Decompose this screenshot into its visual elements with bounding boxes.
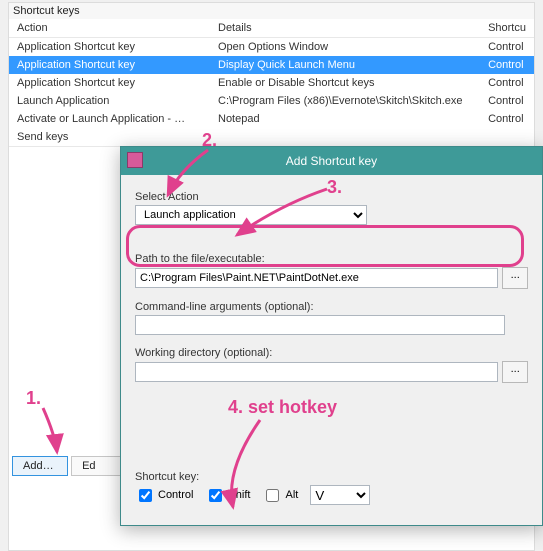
add-shortcut-dialog: Add Shortcut key Select Action Launch ap… xyxy=(120,146,543,526)
cell-details: C:\Program Files (x86)\Evernote\Skitch\S… xyxy=(210,92,480,110)
cell-details: Enable or Disable Shortcut keys xyxy=(210,74,480,92)
cell-details: Open Options Window xyxy=(210,38,480,57)
cell-shortcut: Control xyxy=(480,92,534,110)
shift-checkbox[interactable] xyxy=(209,489,222,502)
col-header-action[interactable]: Action xyxy=(9,19,210,38)
cell-action: Send keys xyxy=(9,128,210,146)
cell-action: Application Shortcut key xyxy=(9,38,210,57)
table-row[interactable]: Application Shortcut keyOpen Options Win… xyxy=(9,38,534,57)
shift-checkbox-label[interactable]: Shift xyxy=(205,486,250,505)
table-row[interactable]: Application Shortcut keyEnable or Disabl… xyxy=(9,74,534,92)
cell-action: Application Shortcut key xyxy=(9,56,210,74)
alt-checkbox[interactable] xyxy=(266,489,279,502)
table-row[interactable]: Send keys xyxy=(9,128,534,146)
table-header-row: Action Details Shortcu xyxy=(9,19,534,38)
col-header-shortcut[interactable]: Shortcu xyxy=(480,19,534,38)
cell-shortcut: Control xyxy=(480,74,534,92)
dialog-title: Add Shortcut key xyxy=(286,154,377,168)
cell-action: Application Shortcut key xyxy=(9,74,210,92)
add-button[interactable]: Add… xyxy=(12,456,68,476)
table-row[interactable]: Activate or Launch Application - …Notepa… xyxy=(9,110,534,128)
cell-details: Display Quick Launch Menu xyxy=(210,56,480,74)
control-checkbox-label[interactable]: Control xyxy=(135,486,193,505)
edit-button[interactable]: Ed xyxy=(71,456,127,476)
cell-shortcut xyxy=(480,128,534,146)
shortcut-table: Action Details Shortcu Application Short… xyxy=(9,19,534,146)
browse-workdir-button[interactable]: ... xyxy=(502,361,528,383)
panel-title: Shortcut keys xyxy=(9,3,534,19)
cell-shortcut: Control xyxy=(480,56,534,74)
select-action-dropdown[interactable]: Launch application xyxy=(135,205,367,225)
key-select[interactable]: V xyxy=(310,485,370,505)
table-row[interactable]: Application Shortcut keyDisplay Quick La… xyxy=(9,56,534,74)
shortcut-key-label: Shortcut key: xyxy=(135,471,528,483)
table-row[interactable]: Launch ApplicationC:\Program Files (x86)… xyxy=(9,92,534,110)
browse-path-button[interactable]: ... xyxy=(502,267,528,289)
cmdline-input[interactable] xyxy=(135,315,505,335)
workdir-input[interactable] xyxy=(135,362,498,382)
path-label: Path to the file/executable: xyxy=(135,253,528,265)
cell-details: Notepad xyxy=(210,110,480,128)
select-action-label: Select Action xyxy=(135,191,528,203)
cell-action: Activate or Launch Application - … xyxy=(9,110,210,128)
dialog-titlebar[interactable]: Add Shortcut key xyxy=(121,147,542,175)
workdir-label: Working directory (optional): xyxy=(135,347,528,359)
app-icon xyxy=(127,152,143,168)
cell-details xyxy=(210,128,480,146)
col-header-details[interactable]: Details xyxy=(210,19,480,38)
cell-shortcut: Control xyxy=(480,110,534,128)
button-row: Add… Ed xyxy=(8,450,138,482)
alt-checkbox-label[interactable]: Alt xyxy=(262,486,298,505)
cell-shortcut: Control xyxy=(480,38,534,57)
cell-action: Launch Application xyxy=(9,92,210,110)
cmdline-label: Command-line arguments (optional): xyxy=(135,301,528,313)
path-input[interactable] xyxy=(135,268,498,288)
control-checkbox[interactable] xyxy=(139,489,152,502)
